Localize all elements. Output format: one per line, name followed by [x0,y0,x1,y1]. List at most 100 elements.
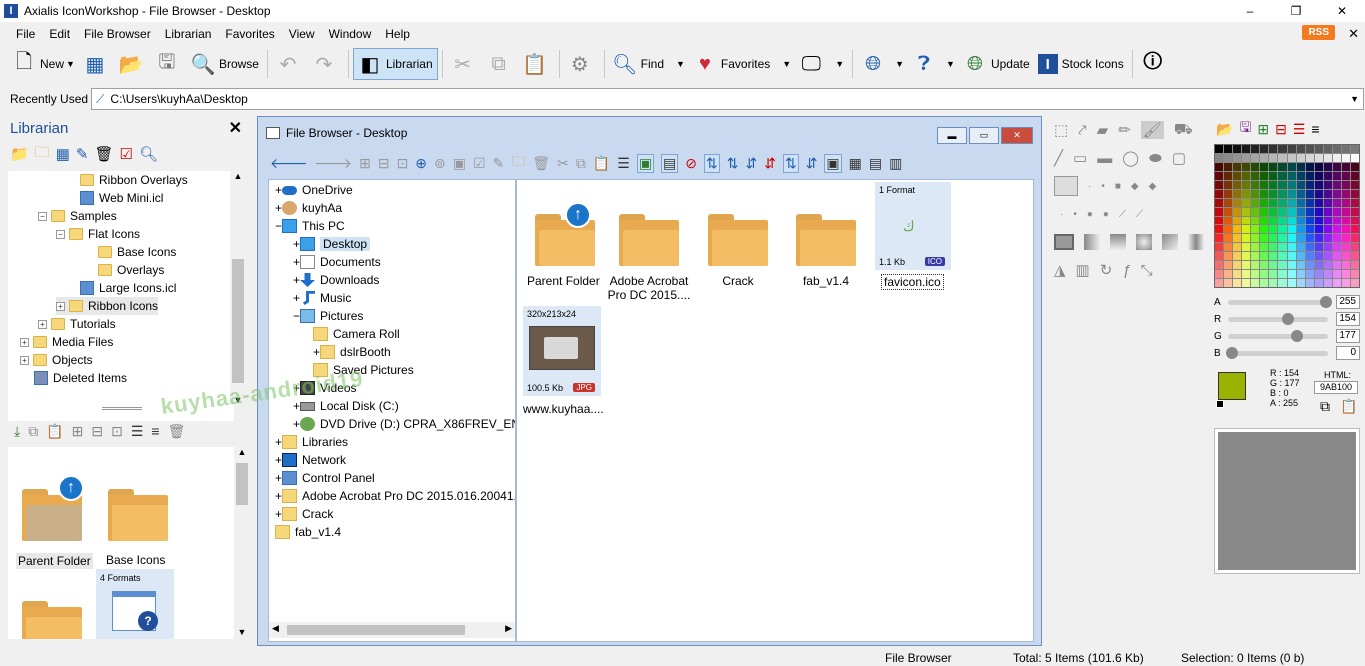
blue-value[interactable]: 0 [1336,346,1360,360]
copy-icon[interactable]: ⧉ [576,155,586,172]
color-swatch[interactable] [1251,216,1260,225]
color-swatch[interactable] [1215,225,1224,234]
color-swatch[interactable] [1350,180,1359,189]
color-swatch[interactable] [1260,216,1269,225]
list-view-icon[interactable]: ☰ [617,155,630,172]
color-swatch[interactable] [1332,234,1341,243]
color-swatch[interactable] [1296,243,1305,252]
color-swatch[interactable] [1323,171,1332,180]
color-swatch[interactable] [1305,252,1314,261]
image-icon[interactable]: ▣ [453,155,466,172]
color-swatch[interactable] [1242,171,1251,180]
color-swatch[interactable] [1224,162,1233,171]
open-button[interactable]: 📂 [115,48,151,80]
color-swatch[interactable] [1224,279,1233,287]
color-swatch[interactable] [1260,270,1269,279]
color-swatch[interactable] [1341,261,1350,270]
color-swatch[interactable] [1314,234,1323,243]
expand-toggle-icon[interactable]: + [293,255,300,269]
brush-dot-icon[interactable]: · [1060,209,1063,220]
color-swatch[interactable] [1260,180,1269,189]
color-swatch[interactable] [1242,279,1251,287]
new-button[interactable]: 🗋 New ▼ [8,48,79,80]
color-swatch[interactable] [1287,225,1296,234]
list-item[interactable]: fab_v1.4 [785,202,867,302]
color-swatch[interactable] [1260,207,1269,216]
add-icon[interactable]: ⊞ [72,423,84,440]
color-swatch[interactable] [1233,153,1242,162]
sort-numeric-icon[interactable]: ⇵ [764,155,776,172]
extract-icon[interactable]: ⊟ [378,155,390,172]
brush-dot-icon[interactable]: · [1088,181,1091,192]
radial-fill-icon[interactable] [1136,234,1152,250]
color-swatch[interactable] [1287,216,1296,225]
color-swatch[interactable] [1341,225,1350,234]
tree-item[interactable]: + Documents [293,253,381,271]
color-swatch[interactable] [1287,189,1296,198]
color-swatch[interactable] [1305,180,1314,189]
color-swatch[interactable] [1305,171,1314,180]
color-swatch[interactable] [1323,207,1332,216]
color-swatch[interactable] [1350,225,1359,234]
color-swatch[interactable] [1224,171,1233,180]
color-swatch[interactable] [1242,145,1251,153]
color-swatch[interactable] [1305,153,1314,162]
expand-toggle-icon[interactable]: + [275,471,282,485]
color-swatch[interactable] [1296,261,1305,270]
diagonal-fill-icon[interactable] [1162,234,1178,250]
color-swatch[interactable] [1251,234,1260,243]
swap-colors-icon[interactable] [1216,400,1224,408]
tree-item[interactable]: + Music [293,289,351,307]
tree-item[interactable]: − Flat Icons [56,225,140,243]
brush-diamond-icon[interactable]: ◆ [1131,181,1139,192]
expand-toggle-icon[interactable]: + [293,291,300,305]
color-swatch[interactable] [1215,270,1224,279]
maximize-button[interactable]: ❐ [1273,0,1319,22]
rectangle-icon[interactable]: ▭ [1073,149,1087,167]
color-swatch[interactable] [1323,261,1332,270]
color-swatch[interactable] [1251,162,1260,171]
slider-knob[interactable] [1282,312,1294,325]
tree-item[interactable]: Deleted Items [34,369,127,387]
color-swatch[interactable] [1314,261,1323,270]
color-swatch[interactable] [1224,145,1233,153]
expand-toggle-icon[interactable]: + [293,237,300,251]
green-slider[interactable]: G 177 [1214,328,1364,344]
open-icon[interactable]: ⊚ [434,155,446,172]
list-icon[interactable]: ▤ [869,155,882,172]
color-swatch[interactable] [1269,145,1278,153]
slider-knob[interactable] [1226,346,1238,359]
list-item[interactable]: Crack [697,202,779,302]
color-swatch[interactable] [1341,145,1350,153]
color-swatch[interactable] [1332,180,1341,189]
color-swatch[interactable] [1215,252,1224,261]
color-swatch[interactable] [1224,225,1233,234]
color-swatch[interactable] [1251,270,1260,279]
color-swatch[interactable] [1332,153,1341,162]
color-swatch[interactable] [1287,153,1296,162]
list-item[interactable]: ↑ Parent Folder [525,202,607,302]
help-button[interactable]: ❓︎ ▼ [908,48,959,80]
color-swatch[interactable] [1251,198,1260,207]
color-swatch[interactable] [1251,180,1260,189]
color-swatch[interactable] [1350,189,1359,198]
color-swatch[interactable] [1287,198,1296,207]
color-swatch[interactable] [1323,279,1332,287]
color-swatch[interactable] [1305,145,1314,153]
tree-item[interactable]: + Control Panel [275,469,375,487]
color-swatch[interactable] [1278,180,1287,189]
solid-fill-icon[interactable] [1054,234,1074,250]
web-button[interactable]: 🌐︎ ▼ [857,48,908,80]
color-swatch[interactable] [1260,198,1269,207]
paste-color-icon[interactable]: 📋 [1340,398,1357,415]
color-swatch[interactable] [1305,225,1314,234]
color-swatch[interactable] [1332,207,1341,216]
color-swatch[interactable] [1269,198,1278,207]
conic-fill-icon[interactable] [1188,234,1204,250]
color-swatch[interactable] [1332,279,1341,287]
color-swatch[interactable] [1341,216,1350,225]
color-swatch[interactable] [1260,261,1269,270]
green-value[interactable]: 177 [1336,329,1360,343]
color-swatch[interactable] [1296,270,1305,279]
color-swatch[interactable] [1323,234,1332,243]
